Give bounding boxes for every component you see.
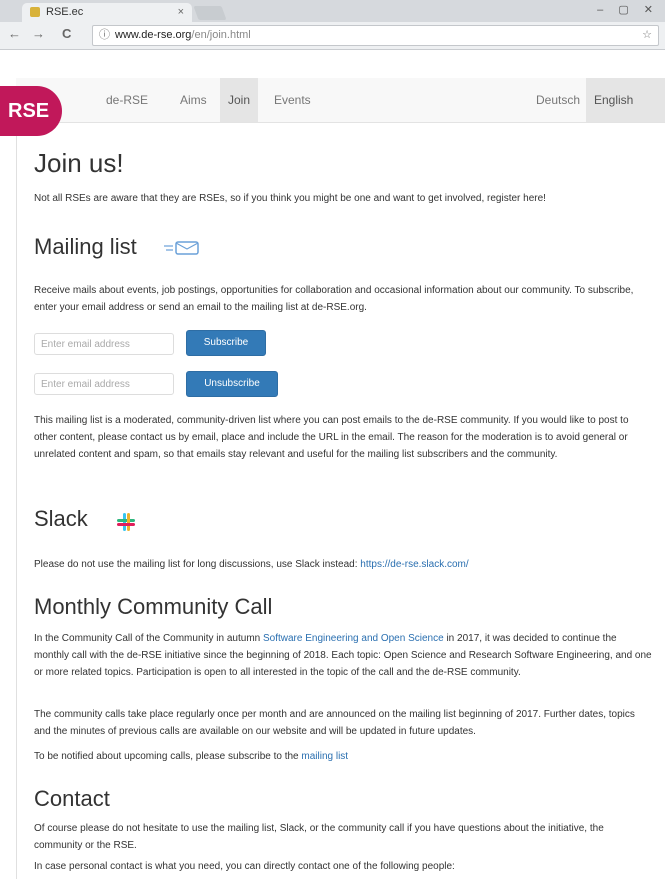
slack-link[interactable]: https://de-rse.slack.com/ (360, 559, 468, 570)
url-text: www.de-rse.org/en/join.html (115, 26, 251, 45)
tab-title: RSE.ec (46, 6, 84, 18)
url-host: www.de-rse.org (115, 29, 192, 41)
community-call-paragraph-2: The community calls take place regularly… (34, 709, 635, 737)
slack-icon (117, 513, 135, 531)
contact-heading: Contact (34, 786, 110, 811)
call-p3-pre: To be notified about upcoming calls, ple… (34, 751, 302, 762)
nav-link-aims[interactable]: Aims (172, 78, 215, 122)
unsubscribe-button[interactable]: Unsubscribe (186, 371, 278, 397)
site-info-icon[interactable]: ⓘ (99, 26, 110, 45)
mailing-list-note: This mailing list is a moderated, commun… (34, 415, 629, 460)
nav-link-de-rse[interactable]: de-RSE (98, 78, 156, 122)
browser-toolbar: ← → C ⓘ www.de-rse.org/en/join.html ☆ (0, 22, 665, 50)
favicon-icon (30, 7, 40, 17)
community-call-heading: Monthly Community Call (34, 594, 273, 619)
browser-tab[interactable]: RSE.ec × (22, 3, 192, 22)
subscribe-email-input[interactable]: Enter email address (34, 333, 174, 355)
intro-text: Not all RSEs are aware that they are RSE… (34, 193, 546, 204)
tab-close-icon[interactable]: × (178, 3, 184, 22)
subscribe-button[interactable]: Subscribe (186, 330, 266, 356)
call-p1-link[interactable]: Software Engineering and Open Science (263, 633, 444, 644)
url-path: /en/join.html (191, 29, 251, 41)
community-call-paragraph-3: To be notified about upcoming calls, ple… (34, 748, 654, 765)
site-navbar: de-RSE Aims Join Events Deutsch English (16, 78, 665, 123)
new-tab-button[interactable] (193, 6, 227, 20)
nav-link-events[interactable]: Events (266, 78, 319, 122)
rse-logo[interactable]: RSE (0, 86, 62, 136)
contact-paragraph-2: In case personal contact is what you nee… (34, 861, 455, 872)
forward-icon[interactable]: → (32, 26, 45, 41)
community-call-paragraph-1: In the Community Call of the Community i… (34, 630, 654, 681)
mailing-list-heading: Mailing list (34, 234, 137, 259)
window-controls[interactable]: – ▢ ✕ (597, 3, 659, 16)
reload-icon[interactable]: C (62, 26, 71, 41)
mail-icon (164, 241, 199, 255)
page-title: Join us! (34, 148, 124, 178)
page-border (16, 122, 17, 879)
lang-deutsch[interactable]: Deutsch (528, 78, 588, 122)
slack-text: Please do not use the mailing list for l… (34, 556, 654, 573)
call-p1-pre: In the Community Call of the Community i… (34, 633, 263, 644)
nav-link-join[interactable]: Join (220, 78, 259, 122)
call-p3-link[interactable]: mailing list (301, 751, 348, 762)
address-bar[interactable]: ⓘ www.de-rse.org/en/join.html ☆ (92, 25, 659, 46)
contact-paragraph-1: Of course please do not hesitate to use … (34, 823, 604, 851)
unsubscribe-email-input[interactable]: Enter email address (34, 373, 174, 395)
lang-english[interactable]: English (586, 78, 665, 122)
mailing-list-description: Receive mails about events, job postings… (34, 285, 634, 313)
back-icon[interactable]: ← (8, 26, 21, 41)
slack-text-pre: Please do not use the mailing list for l… (34, 559, 361, 570)
browser-tab-bar: RSE.ec × – ▢ ✕ (0, 0, 665, 22)
slack-heading: Slack (34, 506, 88, 531)
bookmark-star-icon[interactable]: ☆ (642, 26, 652, 45)
